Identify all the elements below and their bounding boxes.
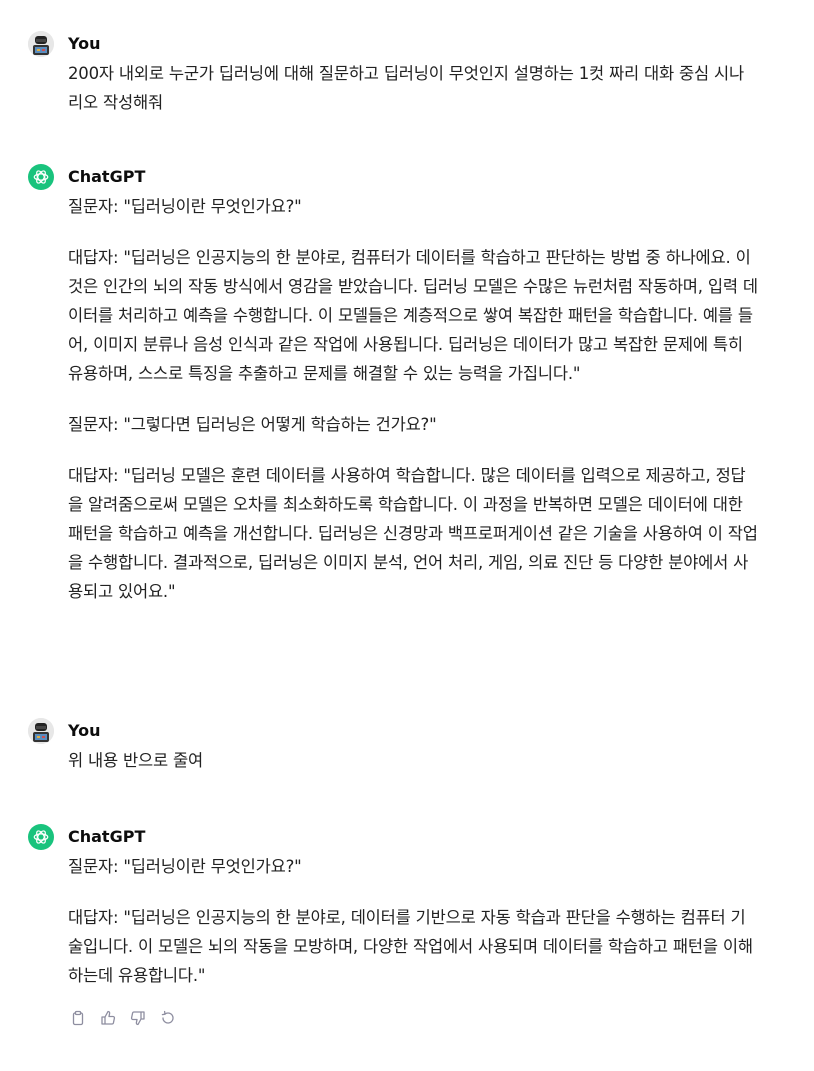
message-actions <box>68 1008 178 1028</box>
message-author: You <box>68 721 101 740</box>
message-body: 질문자: "딥러닝이란 무엇인가요?" 대답자: "딥러닝은 인공지능의 한 분… <box>68 192 758 606</box>
assistant-message-2: ChatGPT 질문자: "딥러닝이란 무엇인가요?" 대답자: "딥러닝은 인… <box>28 824 788 1044</box>
thumbs-down-button[interactable] <box>128 1008 148 1028</box>
message-paragraph: 질문자: "딥러닝이란 무엇인가요?" <box>68 197 302 216</box>
user-avatar-image <box>28 31 54 57</box>
chatgpt-avatar <box>28 824 54 850</box>
thumbs-up-button[interactable] <box>98 1008 118 1028</box>
regenerate-icon <box>161 1010 174 1024</box>
user-message-2: You 위 내용 반으로 줄여 <box>28 718 788 778</box>
message-author: ChatGPT <box>68 167 146 186</box>
user-avatar <box>28 718 54 744</box>
thumbs-down-icon <box>130 1011 145 1026</box>
chatgpt-avatar <box>28 164 54 190</box>
message-body: 질문자: "딥러닝이란 무엇인가요?" 대답자: "딥러닝은 인공지능의 한 분… <box>68 852 758 990</box>
openai-logo-icon <box>33 170 49 184</box>
clipboard-icon <box>72 1010 84 1026</box>
message-paragraph: 200자 내외로 누군가 딥러닝에 대해 질문하고 딥러닝이 무엇인지 설명하는… <box>68 64 745 112</box>
assistant-message-1: ChatGPT 질문자: "딥러닝이란 무엇인가요?" 대답자: "딥러닝은 인… <box>28 164 788 674</box>
message-paragraph: 대답자: "딥러닝 모델은 훈련 데이터를 사용하여 학습합니다. 많은 데이터… <box>68 466 758 601</box>
openai-logo-icon <box>33 830 49 844</box>
user-avatar <box>28 31 54 57</box>
user-message-1: You 200자 내외로 누군가 딥러닝에 대해 질문하고 딥러닝이 무엇인지 … <box>28 31 788 112</box>
message-body: 위 내용 반으로 줄여 <box>68 746 758 775</box>
regenerate-button[interactable] <box>158 1008 178 1028</box>
message-author: You <box>68 34 101 53</box>
message-paragraph: 위 내용 반으로 줄여 <box>68 751 203 770</box>
user-avatar-image <box>28 718 54 744</box>
message-paragraph: 질문자: "딥러닝이란 무엇인가요?" <box>68 857 302 876</box>
message-paragraph: 질문자: "그렇다면 딥러닝은 어떻게 학습하는 건가요?" <box>68 415 437 434</box>
thumbs-up-icon <box>101 1010 116 1025</box>
message-paragraph: 대답자: "딥러닝은 인공지능의 한 분야로, 데이터를 기반으로 자동 학습과… <box>68 908 753 985</box>
message-paragraph: 대답자: "딥러닝은 인공지능의 한 분야로, 컴퓨터가 데이터를 학습하고 판… <box>68 248 758 383</box>
message-author: ChatGPT <box>68 827 146 846</box>
message-body: 200자 내외로 누군가 딥러닝에 대해 질문하고 딥러닝이 무엇인지 설명하는… <box>68 59 758 117</box>
copy-button[interactable] <box>68 1008 88 1028</box>
